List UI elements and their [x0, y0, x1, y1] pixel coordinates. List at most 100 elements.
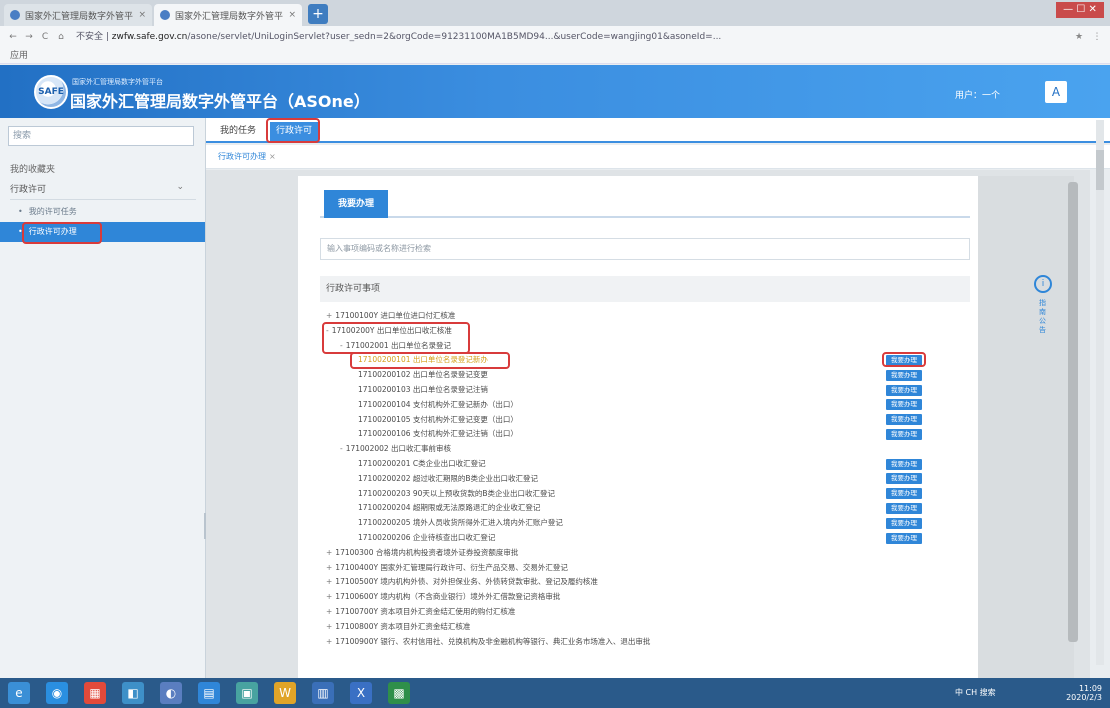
- taskbar-app-icon[interactable]: e: [8, 682, 30, 704]
- taskbar-app-icon[interactable]: ◐: [160, 682, 182, 704]
- tree-item[interactable]: 17100200102 出口单位名录登记变更: [358, 369, 488, 381]
- browser-tab-title: 国家外汇管理局数字外管平台: [175, 11, 285, 22]
- expand-icon[interactable]: +: [326, 577, 332, 586]
- panel-tabs: 我要办理: [320, 188, 970, 218]
- apply-button[interactable]: 我要办理: [886, 414, 922, 426]
- sidebar-favorites[interactable]: 我的收藏夹: [10, 162, 55, 175]
- back-icon[interactable]: ←: [6, 32, 20, 42]
- window-controls[interactable]: — ☐ ✕: [1056, 2, 1104, 18]
- apply-button[interactable]: 我要办理: [886, 517, 922, 529]
- tree-group[interactable]: +17100400Y 国家外汇管理局行政许可、衍生产品交易、交易外汇登记: [326, 562, 568, 574]
- breadcrumb-item[interactable]: 行政许可办理 ×: [218, 151, 276, 162]
- tree-item[interactable]: 17100200203 90天以上预收货款的B类企业出口收汇登记: [358, 488, 555, 500]
- scrollbar[interactable]: [1068, 182, 1078, 642]
- tree-item[interactable]: 17100200106 支付机构外汇登记注销（出口）: [358, 428, 518, 440]
- app-header: SAFE 国家外汇管理局数字外管平台 国家外汇管理局数字外管平台（ASOne） …: [0, 65, 1110, 118]
- reload-icon[interactable]: C: [38, 32, 52, 42]
- apply-button[interactable]: 我要办理: [886, 369, 922, 381]
- tree-item[interactable]: 17100200202 超过收汇期限的B类企业出口收汇登记: [358, 473, 538, 485]
- close-icon[interactable]: ×: [269, 152, 276, 161]
- taskbar-app-icon[interactable]: ▥: [312, 682, 334, 704]
- close-icon[interactable]: ×: [288, 10, 296, 20]
- browser-tab-1[interactable]: 国家外汇管理局数字外管平台 ×: [4, 4, 152, 26]
- apply-button[interactable]: 我要办理: [886, 502, 922, 514]
- taskbar-app-icon[interactable]: ▩: [388, 682, 410, 704]
- tree-group[interactable]: +17100900Y 银行、农村信用社、兑换机构及非金融机构等银行、典汇业务市场…: [326, 636, 650, 648]
- tree-group[interactable]: +17100100Y 进口单位进口付汇核准: [326, 310, 455, 322]
- url-path: /asone/servlet/UniLoginServlet?user_sedn…: [187, 32, 722, 42]
- tree-group[interactable]: +17100300 合格境内机构投资者境外证券投资额度审批: [326, 547, 518, 559]
- url-field[interactable]: 不安全 | zwfw.safe.gov.cn/asone/servlet/Uni…: [70, 28, 1068, 46]
- tree-group[interactable]: +17100500Y 境内机构外债、对外担保业务、外债转贷款审批、登记及履约核准: [326, 576, 598, 588]
- input-language[interactable]: 中 CH 搜索: [955, 687, 996, 698]
- tree-item-label: 171002002 出口收汇事前审核: [345, 444, 452, 454]
- tree-item[interactable]: 17100200104 支付机构外汇登记新办（出口）: [358, 399, 518, 411]
- expand-icon[interactable]: +: [326, 607, 332, 616]
- apply-button[interactable]: 我要办理: [886, 458, 922, 470]
- tree-item-label: 17100900Y 银行、农村信用社、兑换机构及非金融机构等银行、典汇业务市场准…: [335, 636, 651, 646]
- tree-item[interactable]: 17100200204 超期限或无法原路退汇的企业收汇登记: [358, 502, 540, 514]
- taskbar-app-icon[interactable]: ◉: [46, 682, 68, 704]
- tab-my-tasks[interactable]: 我的任务: [214, 122, 262, 141]
- expand-icon[interactable]: +: [326, 637, 332, 646]
- info-icon: i: [1034, 275, 1052, 293]
- apply-button[interactable]: 我要办理: [886, 384, 922, 396]
- browser-tab-title: 国家外汇管理局数字外管平台: [25, 11, 135, 22]
- tree-group[interactable]: +17100600Y 境内机构（不含商业银行）境外外汇借款登记资格审批: [326, 591, 560, 603]
- apply-button[interactable]: 我要办理: [886, 532, 922, 544]
- tree-item-label: 17100200106 支付机构外汇登记注销（出口）: [358, 429, 518, 439]
- forward-icon[interactable]: →: [22, 32, 36, 42]
- apply-button[interactable]: 我要办理: [886, 488, 922, 500]
- search-input[interactable]: 输入事项编码或名称进行检索: [320, 238, 970, 260]
- sidebar-search-input[interactable]: 搜索: [8, 126, 194, 146]
- address-bar: ← → C ⌂ 不安全 | zwfw.safe.gov.cn/asone/ser…: [0, 26, 1110, 48]
- section-title: 行政许可事项: [320, 276, 970, 302]
- bookmark-apps[interactable]: 应用: [10, 51, 28, 61]
- apply-button[interactable]: 我要办理: [886, 399, 922, 411]
- avatar[interactable]: A: [1045, 81, 1067, 103]
- scrollbar-thumb[interactable]: [1096, 150, 1104, 190]
- guide-button[interactable]: i 指南公告: [1034, 275, 1054, 375]
- home-icon[interactable]: ⌂: [54, 32, 68, 42]
- close-icon[interactable]: ×: [138, 10, 146, 20]
- menu-icon[interactable]: ⋮: [1090, 32, 1104, 42]
- tab-apply[interactable]: 我要办理: [324, 190, 388, 218]
- expand-icon[interactable]: +: [326, 563, 332, 572]
- browser-tab-2[interactable]: 国家外汇管理局数字外管平台 ×: [154, 4, 302, 26]
- collapse-icon[interactable]: -: [340, 444, 343, 453]
- tree-item-label: 17100300 合格境内机构投资者境外证券投资额度审批: [335, 547, 519, 557]
- tree-group[interactable]: +17100700Y 资本项目外汇资金结汇使用的购付汇核准: [326, 606, 515, 618]
- taskbar-app-icon[interactable]: ▦: [84, 682, 106, 704]
- tree-item[interactable]: 17100200206 企业待核查出口收汇登记: [358, 532, 495, 544]
- bookmark-star-icon[interactable]: ★: [1072, 32, 1086, 42]
- bookmarks-bar: 应用: [0, 48, 1110, 64]
- taskbar-app-icon[interactable]: ▣: [236, 682, 258, 704]
- expand-icon[interactable]: +: [326, 311, 332, 320]
- sidebar-section-admin-license[interactable]: 行政许可 ⌄: [10, 182, 196, 200]
- sidebar-item-my-license-tasks[interactable]: • 我的许可任务: [18, 206, 77, 217]
- tree-item[interactable]: 17100200201 C类企业出口收汇登记: [358, 458, 486, 470]
- tree-item[interactable]: 17100200105 支付机构外汇登记变更（出口）: [358, 414, 518, 426]
- tree-item[interactable]: 17100200205 境外人员收货所得外汇进入境内外汇账户登记: [358, 517, 563, 529]
- taskbar-app-icon[interactable]: ◧: [122, 682, 144, 704]
- sidebar-item-label: 我的许可任务: [28, 207, 77, 216]
- taskbar-app-icon[interactable]: W: [274, 682, 296, 704]
- tree-item[interactable]: 17100200103 出口单位名录登记注销: [358, 384, 488, 396]
- page-scrollbar[interactable]: [1096, 120, 1104, 665]
- tree-item-label: 17100700Y 资本项目外汇资金结汇使用的购付汇核准: [335, 607, 516, 616]
- apply-button[interactable]: 我要办理: [886, 428, 922, 440]
- expand-icon[interactable]: +: [326, 548, 332, 557]
- expand-icon[interactable]: +: [326, 622, 332, 631]
- taskbar-app-icon[interactable]: X: [350, 682, 372, 704]
- tree-group[interactable]: -171002002 出口收汇事前审核: [340, 443, 451, 455]
- tree-group[interactable]: +17100800Y 资本项目外汇资金结汇核准: [326, 621, 470, 633]
- taskbar-app-icon[interactable]: ▤: [198, 682, 220, 704]
- apply-button[interactable]: 我要办理: [886, 473, 922, 485]
- expand-icon[interactable]: +: [326, 592, 332, 601]
- tree-item-label: 17100200205 境外人员收货所得外汇进入境内外汇账户登记: [358, 518, 563, 528]
- new-tab-button[interactable]: +: [308, 4, 328, 24]
- breadcrumb-label: 行政许可办理: [218, 152, 266, 161]
- tree-item-label: 17100200203 90天以上预收货款的B类企业出口收汇登记: [358, 488, 556, 498]
- favicon-icon: [160, 10, 170, 20]
- user-name[interactable]: 用户：一个: [955, 88, 1000, 101]
